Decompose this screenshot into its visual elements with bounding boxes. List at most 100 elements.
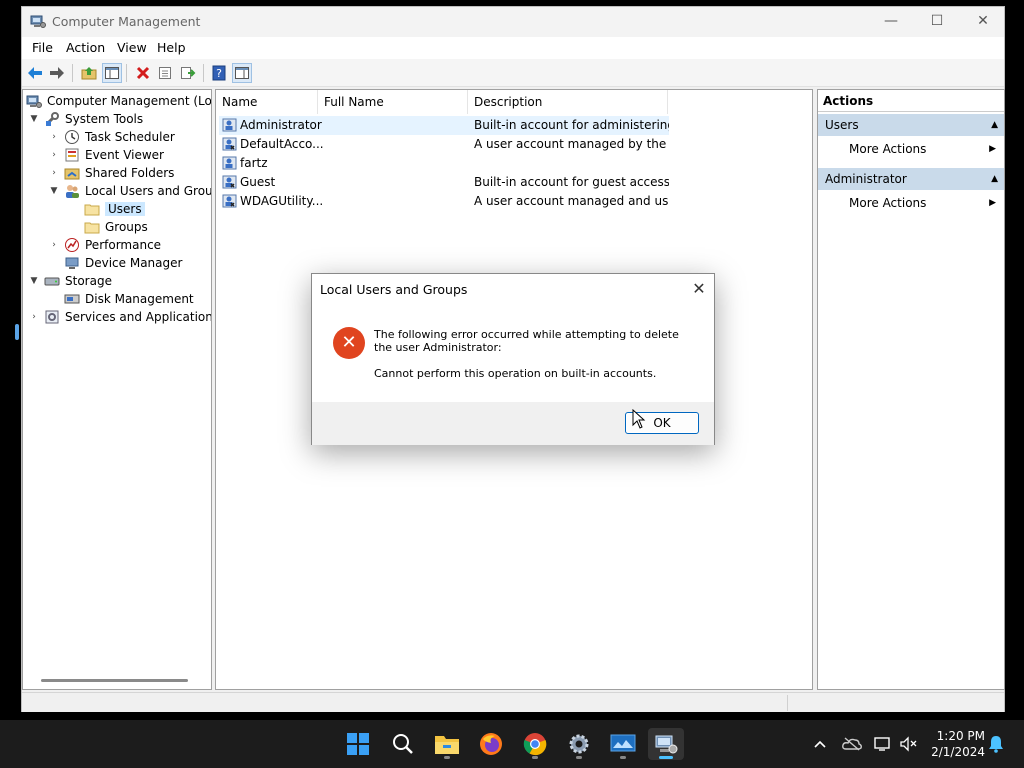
column-header-name[interactable]: Name [216,90,318,114]
settings-icon[interactable] [561,728,597,760]
collapse-caret-icon[interactable]: ▲ [991,168,998,190]
cell-name: Administrator [240,118,322,132]
actions-pane: Actions Users ▲ More Actions ▶ Administr… [817,89,1005,690]
volume-muted-icon[interactable] [898,734,918,754]
user-icon [222,156,237,170]
remote-desktop-icon[interactable] [605,728,641,760]
up-folder-icon[interactable] [79,63,99,83]
table-row[interactable]: DefaultAcco... A user account managed by… [216,135,812,154]
more-actions-users[interactable]: More Actions ▶ [818,138,1004,160]
menu-view[interactable]: View [117,40,147,55]
menu-action[interactable]: Action [66,40,105,55]
search-icon[interactable] [385,728,421,760]
tree-item-users[interactable]: Users [84,200,145,218]
chevron-right-icon[interactable]: › [48,239,60,251]
onedrive-icon[interactable] [842,734,862,754]
running-indicator [620,756,626,759]
column-header-full-name[interactable]: Full Name [318,90,468,114]
chrome-icon[interactable] [517,728,553,760]
system-clock[interactable]: 1:20 PM 2/1/2024 [925,728,985,760]
file-explorer-icon[interactable] [429,728,465,760]
device-manager-icon [65,257,79,269]
minimize-button[interactable]: — [868,7,914,37]
tree-item-system-tools[interactable]: ▼ System Tools [28,110,143,128]
cell-name: fartz [240,156,268,170]
tree-item-performance[interactable]: › Performance [48,236,161,254]
running-indicator [659,756,673,759]
title-bar[interactable]: Computer Management — ☐ ✕ [22,7,1004,37]
cell-name: DefaultAcco... [240,137,324,151]
tree-item-event-viewer[interactable]: › Event Viewer [48,146,164,164]
menu-help[interactable]: Help [157,40,186,55]
windows-start-icon[interactable] [340,728,376,760]
delete-icon[interactable] [133,63,153,83]
event-viewer-icon [65,148,79,162]
chevron-right-icon[interactable]: › [28,311,40,323]
table-row[interactable]: WDAGUtility... A user account managed an… [216,192,812,211]
computer-management-icon[interactable] [648,728,684,760]
cell-description: Built-in account for guest access t... [474,175,669,189]
folder-icon [84,204,100,216]
tree-item-computer-management[interactable]: Computer Management (Local [26,92,211,110]
tree-label: Device Manager [85,256,183,270]
tree-label: Event Viewer [85,148,164,162]
chevron-right-icon[interactable]: › [48,167,60,179]
help-icon[interactable]: ? [209,63,229,83]
tree-item-storage[interactable]: ▼ Storage [28,272,112,290]
tree-item-shared-folders[interactable]: › Shared Folders [48,164,174,182]
tree-label: Performance [85,238,162,252]
tree-item-local-users-and-groups[interactable]: ▼ Local Users and Groups [48,182,211,200]
horizontal-scrollbar[interactable] [41,679,188,682]
disk-management-icon [64,294,80,304]
users-groups-icon [66,185,79,198]
show-action-pane-icon[interactable] [232,63,252,83]
menu-file[interactable]: File [32,40,53,55]
tree-label: Users [105,202,145,216]
maximize-button[interactable]: ☐ [914,7,960,37]
tree-item-task-scheduler[interactable]: › Task Scheduler [48,128,175,146]
section-title: Users [825,118,859,132]
chevron-down-icon[interactable]: ▼ [28,113,40,125]
actions-section-administrator[interactable]: Administrator ▲ [818,168,1004,190]
tree-item-groups[interactable]: Groups [84,218,148,236]
desktop-background-right [1005,0,1024,720]
section-title: Administrator [825,172,907,186]
storage-icon [44,277,60,286]
cell-name: Guest [240,175,276,189]
table-row[interactable]: Administrator Built-in account for admin… [219,116,669,135]
back-arrow-icon[interactable] [25,63,45,83]
firefox-icon[interactable] [473,728,509,760]
tree-item-services-and-applications[interactable]: › Services and Applications [28,308,212,326]
column-header-description[interactable]: Description [468,90,668,114]
close-button[interactable]: ✕ [960,7,1006,37]
menu-bar: File Action View Help [22,37,1004,59]
properties-icon[interactable] [155,63,175,83]
chevron-right-icon[interactable]: › [48,131,60,143]
more-actions-administrator[interactable]: More Actions ▶ [818,192,1004,214]
cell-description: A user account managed by the s... [474,137,669,151]
tree-label: Services and Applications [65,310,212,324]
chevron-right-icon[interactable]: › [48,149,60,161]
export-list-icon[interactable] [178,63,198,83]
table-row[interactable]: fartz [216,154,812,173]
clock-time: 1:20 PM [936,729,985,743]
chevron-down-icon[interactable]: ▼ [48,185,60,197]
actions-section-users[interactable]: Users ▲ [818,114,1004,136]
forward-arrow-icon[interactable] [47,63,67,83]
network-icon[interactable] [873,734,893,754]
services-icon [45,310,59,324]
show-hide-tree-icon[interactable] [102,63,122,83]
collapse-caret-icon[interactable]: ▲ [991,114,998,136]
notification-bell-icon[interactable] [986,734,1006,754]
window-title: Computer Management [52,14,201,29]
table-row[interactable]: Guest Built-in account for guest access … [216,173,812,192]
dialog-close-button[interactable]: ✕ [688,278,710,300]
tree-item-device-manager[interactable]: Device Manager [64,254,182,272]
chevron-up-icon[interactable] [810,734,830,754]
tree-item-disk-management[interactable]: Disk Management [64,290,194,308]
chevron-down-icon[interactable]: ▼ [28,275,40,287]
cell-name: WDAGUtility... [240,194,324,208]
action-label: More Actions [849,196,927,210]
tree-label: Shared Folders [85,166,175,180]
desktop-background [0,0,21,720]
